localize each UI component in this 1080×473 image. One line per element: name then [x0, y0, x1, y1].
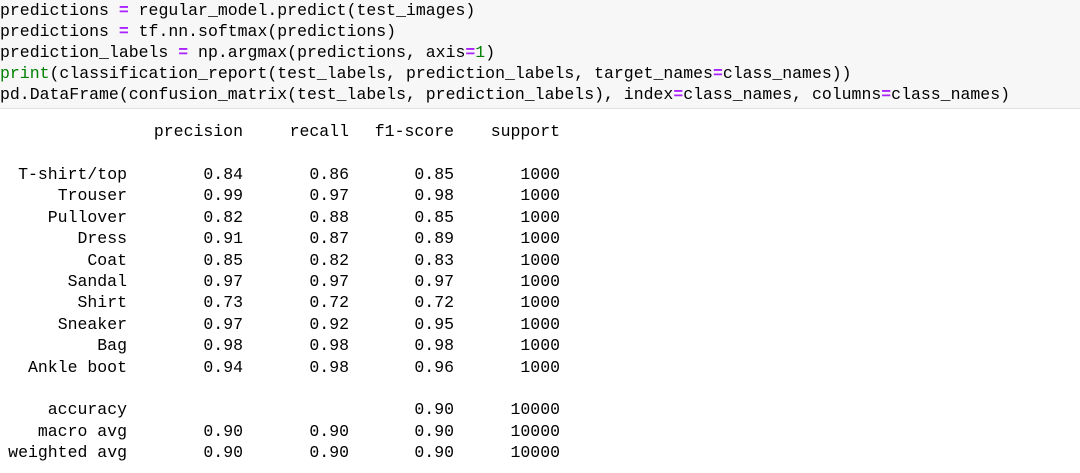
code-text: class_names, columns — [683, 85, 882, 104]
code-text: class_names)) — [722, 64, 852, 83]
column-header: support — [490, 122, 560, 141]
summary-value: 10000 — [510, 421, 560, 441]
metric-value: 1000 — [520, 250, 560, 270]
metric-value: 1000 — [520, 207, 560, 227]
code-operator: = — [465, 43, 476, 62]
code-operator: = — [673, 85, 684, 104]
code-input-cell[interactable]: predictions = regular_model.predict(test… — [0, 0, 1080, 109]
code-operator: = — [881, 85, 892, 104]
code-text: class_names) — [891, 85, 1010, 104]
code-text: prediction_labels — [0, 43, 169, 62]
code-operator: = — [178, 43, 189, 62]
code-text: predictions — [0, 1, 109, 20]
code-number: 1 — [475, 43, 486, 62]
metric-value: 1000 — [520, 336, 560, 356]
classification-report-output: precision recall f1-score support T-shirt/to… — [0, 113, 1080, 473]
code-line-5: pd.DataFrame(confusion_matrix(test_label… — [0, 84, 1010, 105]
summary-value: 10000 — [510, 443, 560, 463]
code-text: np.argmax(predictions, axis — [198, 43, 466, 62]
code-line-4: print(classification_report(test_labels,… — [0, 63, 852, 84]
metric-value: 1000 — [520, 186, 560, 206]
code-text: tf.nn.softmax(predictions) — [138, 22, 397, 41]
code-text: predictions — [0, 22, 109, 41]
metric-value: 1000 — [520, 165, 560, 184]
code-operator: = — [118, 1, 129, 20]
code-line-2: predictions = tf.nn.softmax(predictions) — [0, 21, 396, 42]
code-line-1: predictions = regular_model.predict(test… — [0, 0, 475, 21]
metric-value: 1000 — [520, 314, 560, 334]
metric-value: 1000 — [520, 272, 560, 291]
code-operator: = — [118, 22, 129, 41]
code-text: regular_model.predict(test_images) — [138, 1, 476, 20]
code-text: (classification_report(test_labels, pred… — [49, 64, 713, 83]
code-line-3: prediction_labels = np.argmax(prediction… — [0, 42, 495, 63]
code-builtin: print — [0, 64, 50, 83]
metric-value: 1000 — [520, 293, 560, 313]
code-text: ) — [485, 43, 496, 62]
code-text: pd.DataFrame(confusion_matrix(test_label… — [0, 85, 674, 104]
code-operator: = — [712, 64, 723, 83]
metric-value: 1000 — [520, 229, 560, 249]
metric-value: 1000 — [520, 357, 560, 377]
summary-label: accuracy — [47, 400, 127, 420]
summary-value: 10000 — [510, 400, 560, 420]
